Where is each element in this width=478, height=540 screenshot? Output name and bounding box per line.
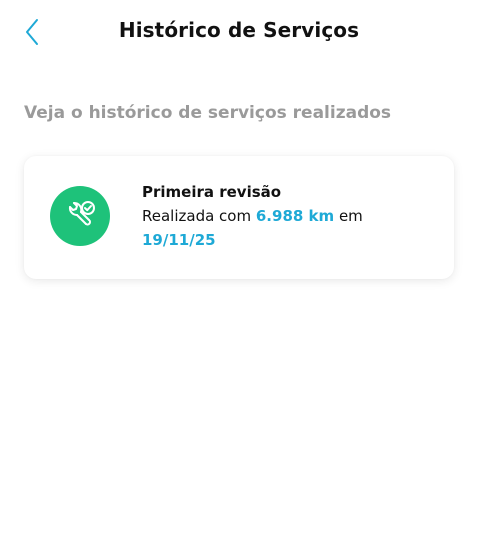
service-mileage: 6.988 km — [255, 207, 335, 225]
service-info: Primeira revisão Realizada com 6.988 km … — [142, 180, 442, 252]
section-subtitle: Veja o histórico de serviços realizados — [24, 103, 392, 123]
service-date: 19/11/25 — [142, 231, 216, 249]
desc-prefix: Realizada com — [142, 207, 252, 225]
service-date-line: 19/11/25 — [142, 228, 442, 252]
service-icon-badge — [50, 186, 110, 246]
header: Histórico de Serviços — [0, 0, 478, 64]
desc-middle: em — [338, 207, 363, 225]
service-description: Realizada com 6.988 km em — [142, 204, 442, 228]
wrench-check-icon — [68, 201, 95, 226]
service-name: Primeira revisão — [142, 183, 282, 201]
page-title: Histórico de Serviços — [118, 18, 360, 42]
service-card[interactable]: Primeira revisão Realizada com 6.988 km … — [24, 156, 454, 279]
